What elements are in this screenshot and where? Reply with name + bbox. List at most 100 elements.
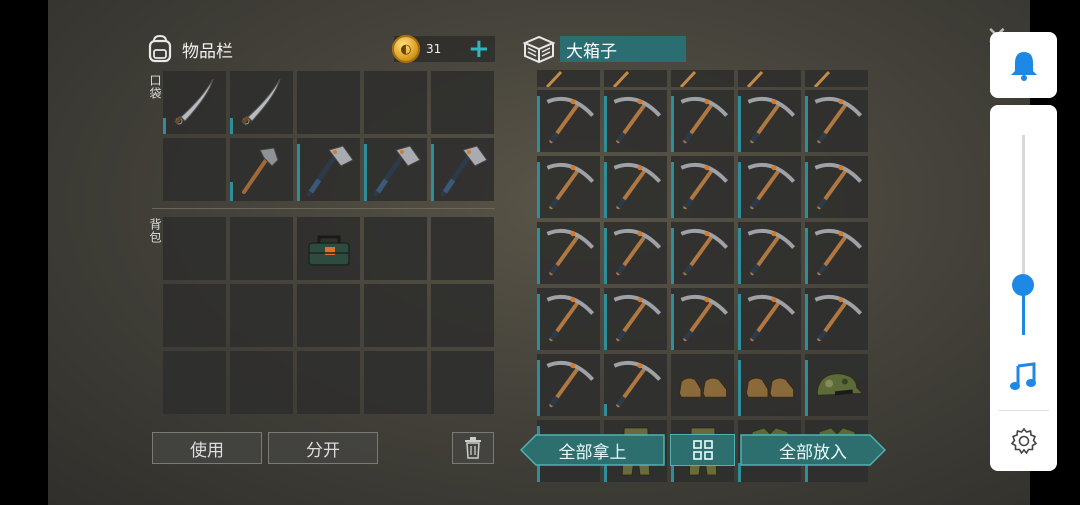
crate-slot[interactable] [805, 354, 868, 416]
durability-bar [364, 144, 367, 201]
crate-slot[interactable] [537, 90, 600, 152]
bell-icon [1010, 52, 1037, 81]
crate-slot[interactable] [738, 222, 801, 284]
crate-slot-partial[interactable] [805, 70, 868, 87]
backpack-slot[interactable] [163, 351, 226, 414]
pocket-slot[interactable] [230, 71, 293, 134]
toolbox-icon [308, 235, 350, 266]
sort-button[interactable] [670, 434, 735, 466]
pocket-slot[interactable] [431, 138, 494, 201]
backpack-slot[interactable] [230, 217, 293, 280]
pocket-slot[interactable] [230, 138, 293, 201]
crate-slot[interactable] [805, 90, 868, 152]
pocket-slot[interactable] [163, 71, 226, 134]
backpack-slot[interactable] [431, 217, 494, 280]
machete-icon [174, 78, 214, 125]
pickaxe-icon [680, 163, 729, 210]
crate-slot-partial[interactable] [604, 70, 667, 87]
trash-button[interactable] [452, 432, 494, 464]
crate-slot[interactable] [604, 288, 667, 350]
backpack-slot[interactable] [364, 351, 427, 414]
pocket-slot[interactable] [163, 138, 226, 201]
crate-slot[interactable] [604, 222, 667, 284]
durability-bar [805, 96, 808, 152]
pickaxe-icon [546, 295, 595, 342]
backpack-slot[interactable] [364, 217, 427, 280]
crate-slot[interactable] [537, 156, 600, 218]
crate-slot[interactable] [805, 222, 868, 284]
hammer-icon [242, 147, 279, 194]
crate-slot[interactable] [604, 156, 667, 218]
use-button[interactable]: 使用 [152, 432, 262, 464]
crate-slot[interactable] [805, 288, 868, 350]
crate-slot[interactable] [738, 90, 801, 152]
take-all-label: 全部拿上 [558, 442, 627, 463]
pocket-slot[interactable] [431, 71, 494, 134]
backpack-slot[interactable] [364, 284, 427, 347]
crate-title: 大箱子 [560, 36, 686, 62]
backpack-slot[interactable] [230, 351, 293, 414]
crate-slot[interactable] [537, 288, 600, 350]
pickaxe-icon [680, 295, 729, 342]
crate-slot[interactable] [671, 354, 734, 416]
boots-icon [678, 377, 728, 398]
notification-toggle[interactable] [990, 32, 1057, 98]
pickaxe-icon [747, 163, 796, 210]
crate-slot[interactable] [604, 90, 667, 152]
volume-slider-knob[interactable] [1012, 274, 1034, 296]
axe-icon [373, 145, 421, 197]
put-all-button[interactable]: 全部放入 [740, 434, 886, 466]
crate-header: 大箱子 [522, 32, 686, 66]
backpack-slot[interactable] [431, 351, 494, 414]
durability-bar [671, 162, 674, 218]
pocket-slot[interactable] [297, 71, 360, 134]
backpack-slot[interactable] [297, 284, 360, 347]
backpack-icon [148, 34, 172, 63]
camo-cap-icon [816, 373, 864, 396]
pickaxe-icon [814, 295, 863, 342]
pickaxe-icon [613, 229, 662, 276]
backpack-slot[interactable] [297, 351, 360, 414]
backpack-slot[interactable] [431, 284, 494, 347]
crate-slot[interactable] [604, 354, 667, 416]
crate-slot[interactable] [738, 288, 801, 350]
add-coins-button[interactable]: + [468, 36, 490, 62]
backpack-slot[interactable] [163, 217, 226, 280]
axe-icon [306, 145, 354, 197]
crate-slot[interactable] [671, 156, 734, 218]
crate-slot-partial[interactable] [671, 70, 734, 87]
gear-icon[interactable] [1010, 427, 1038, 455]
backpack-slot[interactable] [230, 284, 293, 347]
crate-slot[interactable] [738, 354, 801, 416]
take-all-button[interactable]: 全部拿上 [520, 434, 665, 466]
pickaxe-icon [814, 229, 863, 276]
split-button[interactable]: 分开 [268, 432, 378, 464]
crate-slot[interactable] [537, 222, 600, 284]
backpack-slot[interactable] [297, 217, 360, 280]
crate-slot[interactable] [537, 354, 600, 416]
inventory-title: 物品栏 [182, 41, 233, 62]
durability-bar [537, 360, 540, 416]
crate-icon [522, 35, 556, 64]
pocket-slot[interactable] [364, 71, 427, 134]
crate-slot-partial[interactable] [738, 70, 801, 87]
pickaxe-icon [747, 229, 796, 276]
durability-bar [431, 144, 434, 201]
durability-bar [738, 463, 741, 482]
crate-slot[interactable] [671, 222, 734, 284]
crate-scrolled-row [537, 70, 868, 87]
crate-slot[interactable] [671, 90, 734, 152]
pocket-slot[interactable] [364, 138, 427, 201]
pickaxe-icon [546, 229, 595, 276]
music-note-icon[interactable] [1008, 361, 1040, 393]
durability-bar [805, 228, 808, 284]
crate-slot[interactable] [805, 156, 868, 218]
durability-bar [604, 162, 607, 218]
pocket-slot[interactable] [297, 138, 360, 201]
backpack-slot[interactable] [163, 284, 226, 347]
crate-slot[interactable] [738, 156, 801, 218]
pickaxe-icon [814, 97, 863, 144]
trash-icon [465, 437, 481, 459]
crate-slot[interactable] [671, 288, 734, 350]
crate-slot-partial[interactable] [537, 70, 600, 87]
